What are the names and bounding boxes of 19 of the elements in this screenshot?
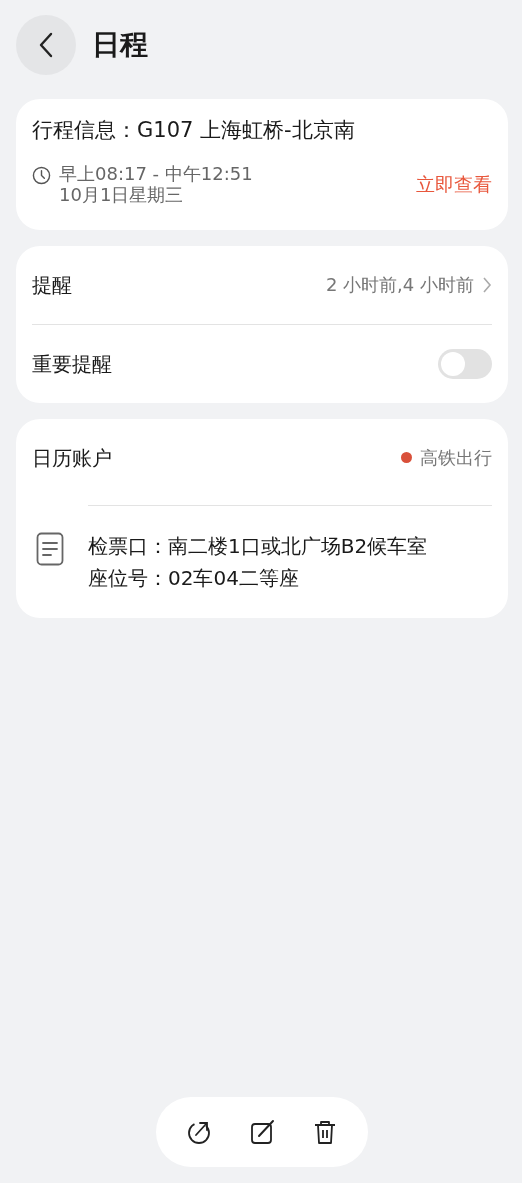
reminder-label: 提醒 [32,271,72,299]
trip-title: 行程信息：G107 上海虹桥-北京南 [32,117,356,144]
note-text: 检票口：南二楼1口或北广场B2候车室 [88,532,429,560]
page-title: 日程 [92,27,148,63]
trip-time: 早上08:17 - 中午12:51 [59,162,254,185]
reminder-row[interactable]: 提醒 2 小时前,4 小时前 [32,245,492,324]
back-icon [38,32,54,58]
trip-date: 10月1日星期三 [59,184,185,206]
note-icon [36,532,64,567]
calendar-name: 高铁出行 [420,446,492,471]
account-label: 日历账户 [32,444,112,472]
note-text: 座位号：02车04二等座 [88,564,300,592]
edit-icon [249,1118,275,1146]
toggle-switch[interactable] [438,348,492,379]
important-reminder-label: 重要提醒 [32,350,112,378]
clock-icon [32,165,51,185]
view-now-link[interactable]: 立即查看 [416,169,492,199]
chevron-icon [482,276,492,295]
reminder-value: 2 小时前,4 小时前 [325,273,474,298]
